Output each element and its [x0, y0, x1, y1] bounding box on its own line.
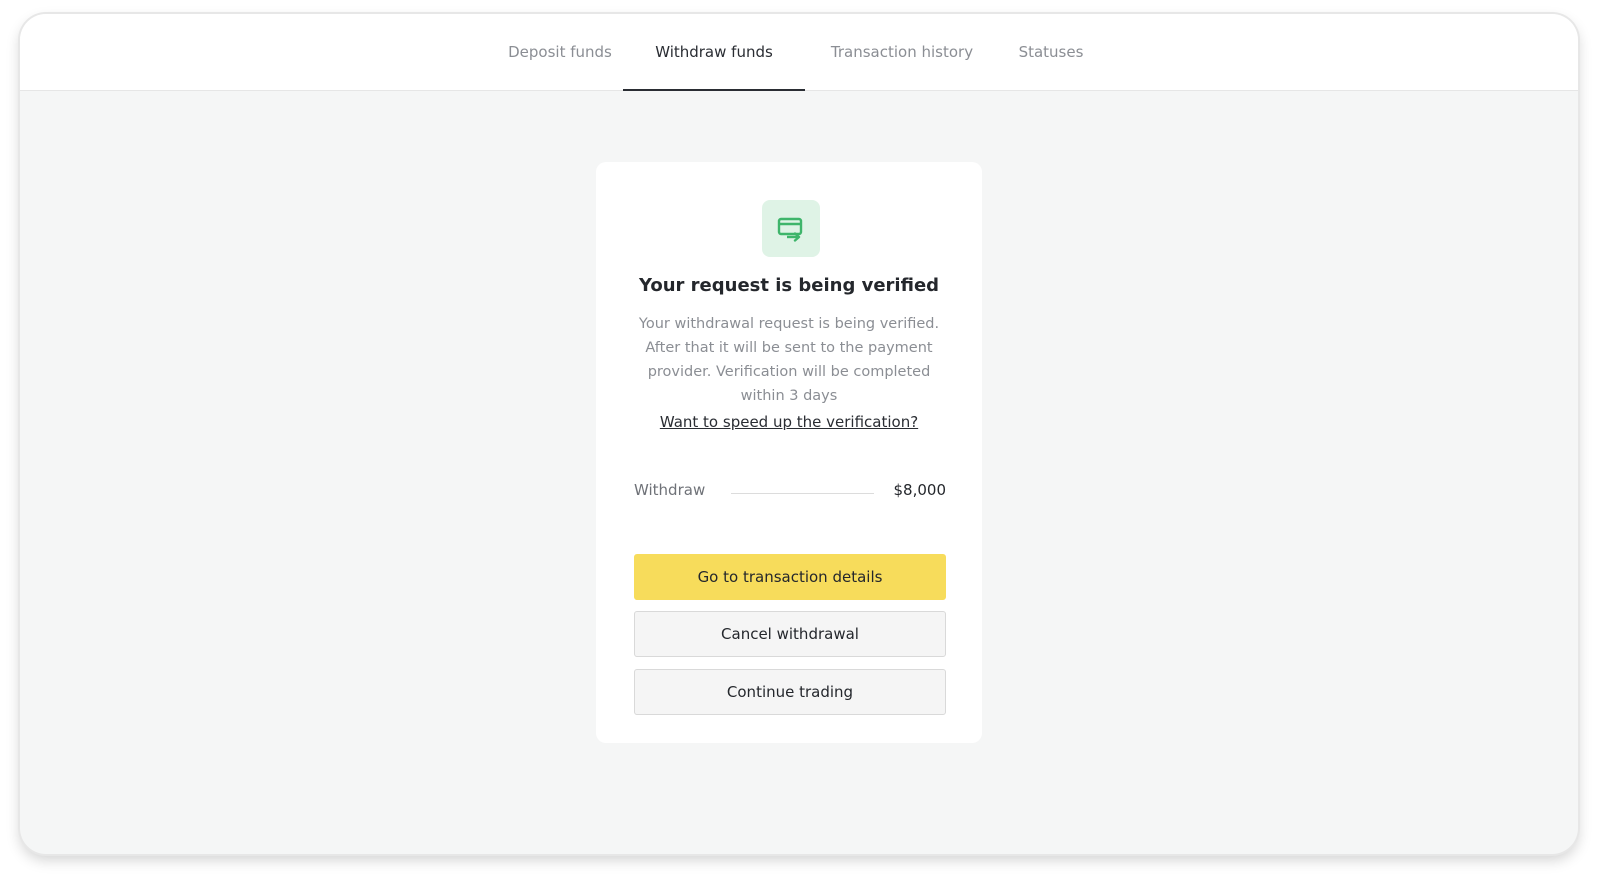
speed-up-verification-link[interactable]: Want to speed up the verification?	[596, 413, 982, 431]
transfer-icon-badge	[762, 200, 820, 257]
app-window: Deposit funds Withdraw funds Transaction…	[20, 14, 1578, 854]
tab-bar: Deposit funds Withdraw funds Transaction…	[20, 14, 1578, 91]
card-title: Your request is being verified	[638, 275, 940, 296]
verification-card: Your request is being verified Your with…	[596, 162, 982, 743]
go-to-transaction-details-button[interactable]: Go to transaction details	[634, 554, 946, 600]
tab-withdraw-funds[interactable]: Withdraw funds	[623, 14, 805, 91]
continue-trading-button[interactable]: Continue trading	[634, 669, 946, 715]
withdraw-amount-value: $8,000	[893, 481, 947, 499]
amount-divider	[731, 493, 874, 494]
cancel-withdrawal-button[interactable]: Cancel withdrawal	[634, 611, 946, 657]
transfer-icon	[777, 217, 803, 242]
tab-transaction-history[interactable]: Transaction history	[812, 14, 992, 90]
withdraw-amount-row: Withdraw $8,000	[634, 481, 946, 505]
tab-statuses[interactable]: Statuses	[996, 14, 1106, 90]
withdraw-amount-label: Withdraw	[634, 481, 706, 499]
card-description: Your withdrawal request is being verifie…	[638, 316, 940, 404]
